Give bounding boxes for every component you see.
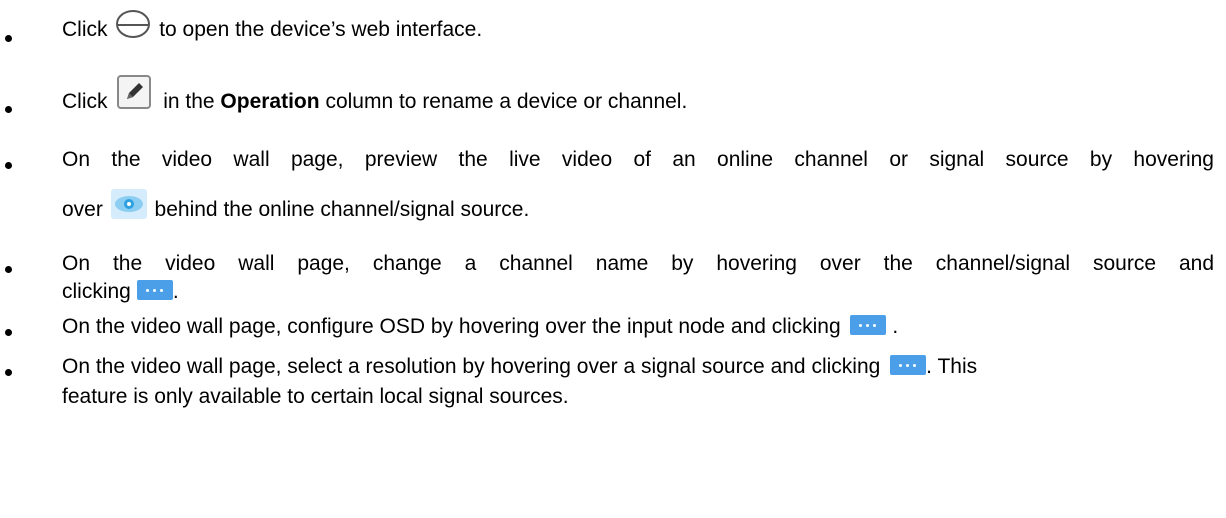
bullet-dot (5, 369, 12, 376)
bullet-bold-term: Operation (220, 90, 320, 113)
bullet-dot (5, 106, 12, 113)
bullet-dot (5, 35, 12, 42)
bullet-dot (5, 329, 12, 336)
bullet-text: clicking (62, 280, 131, 303)
edit-pencil-icon (117, 75, 152, 110)
bullet-text: On the video wall page, configure OSD by… (62, 315, 841, 338)
bullet-dot (5, 162, 12, 169)
bullet-text: Click (62, 18, 108, 41)
more-dots-icon (136, 280, 173, 301)
bullet-text: feature is only available to certain loc… (62, 385, 569, 408)
bullet-text: . (892, 315, 899, 338)
bullet-text: Click (62, 90, 108, 113)
bullet-text: . This (926, 355, 978, 378)
more-dots-icon (890, 355, 927, 376)
bullet-text: behind the online channel/signal source. (154, 198, 530, 221)
bullet-text: in the (163, 90, 215, 113)
browser-e-icon (116, 10, 151, 39)
bullet-text: On the video wall page, select a resolut… (62, 355, 881, 378)
bullet-text: to open the device’s web interface. (159, 18, 483, 41)
bullet-dot (5, 266, 12, 273)
bullet-text: . (172, 280, 179, 303)
bullet-text: column to rename a device or channel. (325, 90, 688, 113)
bullet-text: On the video wall page, preview the live… (62, 148, 1214, 171)
eye-preview-icon (110, 189, 147, 220)
bullet-text: over (62, 198, 103, 221)
more-dots-icon (850, 315, 887, 336)
bullet-text: On the video wall page, change a channel… (62, 252, 1214, 275)
